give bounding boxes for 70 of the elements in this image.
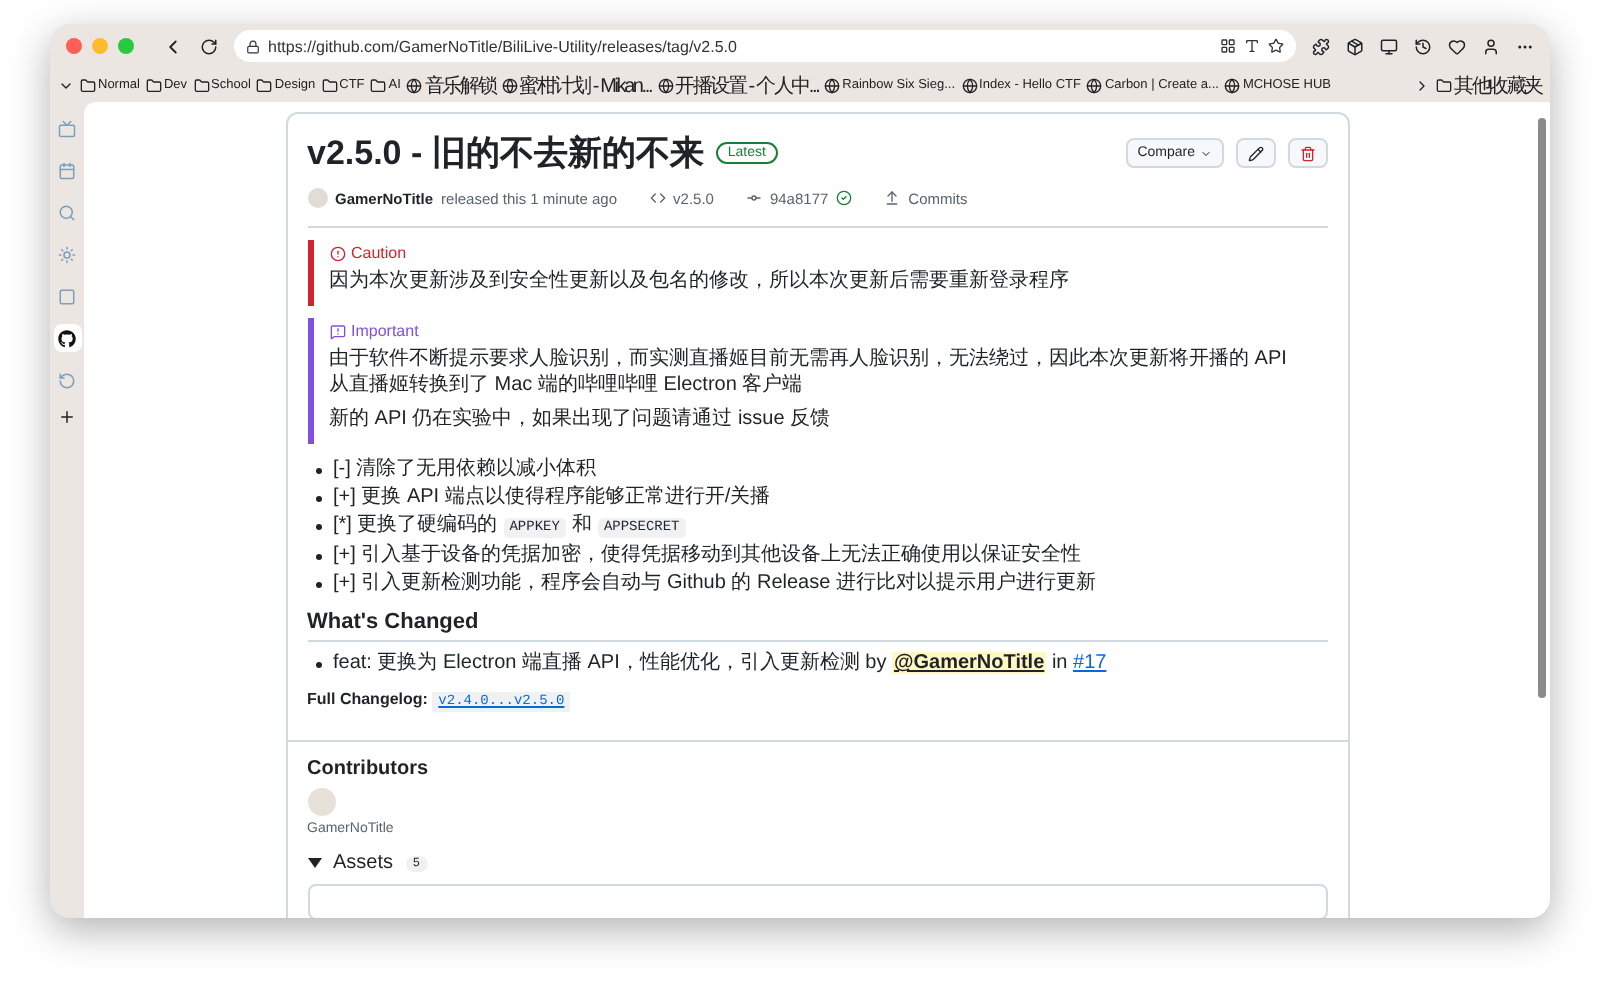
bullet-icon (315, 661, 321, 667)
sidebar-app[interactable] (53, 324, 81, 352)
history-icon[interactable] (1414, 37, 1432, 55)
change-item: [+] 更换 API 端点以使得程序能够正常进行开/关播 (333, 484, 771, 512)
profile-icon[interactable] (1482, 37, 1500, 55)
tv-icon (58, 119, 76, 137)
alert-title: Important (329, 322, 1311, 340)
globe-icon (657, 77, 674, 93)
grid-icon (1220, 38, 1236, 54)
square-icon (58, 287, 76, 305)
edit-button[interactable] (1235, 138, 1275, 168)
folder-icon (193, 77, 210, 93)
globe-icon (1224, 77, 1241, 93)
avatar (307, 188, 327, 208)
release-title: v2.5.0 - 旧的不去新的不来 (307, 132, 704, 176)
speech-bubble-icon (329, 323, 345, 339)
bookmark-folder[interactable]: 其他收藏夹 (1435, 71, 1542, 99)
folder-icon (370, 77, 387, 93)
alert-text: 新的 API 仍在实验中，如果出现了问题请通过 issue 反馈 (329, 406, 833, 432)
section-heading: What's Changed (307, 610, 1327, 642)
alert-circle-icon (329, 245, 345, 261)
alert-text: 由于软件不断提示要求人脸识别，而实测直播姬目前无需再人脸识别，无法绕过，因此本次更新将开播的 API 从直播姬转换到了 Mac 端的哔哩哔哩 Electron 客户端 (329, 346, 1289, 398)
change-item: [+] 引入更新检测功能，程序会自动与 Github 的 Release 进行比对以提示用户进行更新 (333, 570, 1096, 598)
alert-text: 因为本次更新涉及到安全性更新以及包名的修改，所以本次更新后需要重新登录程序 (329, 268, 1071, 294)
lock-icon (246, 39, 260, 53)
bookmark[interactable]: 音乐解锁 (406, 71, 496, 99)
bullet-icon (315, 524, 321, 530)
pr-link[interactable]: #17 (1073, 652, 1107, 674)
section-heading: Contributors (307, 758, 431, 780)
change-item: [-] 清除了无用依赖以减小体积 (333, 456, 597, 484)
globe-icon (824, 77, 841, 93)
folder-icon (80, 77, 96, 93)
pencil-icon (1247, 145, 1263, 161)
bullet-icon (315, 581, 321, 587)
octocat-icon (58, 329, 76, 347)
reload-icon[interactable] (200, 37, 218, 55)
trash-icon (1299, 145, 1315, 161)
sun-icon (58, 245, 76, 263)
globe-icon (1086, 77, 1103, 93)
globe-icon (406, 77, 423, 93)
folder-icon (321, 77, 338, 93)
bullet-icon (315, 553, 321, 559)
add-icon[interactable] (58, 408, 76, 426)
change-item: [+] 引入基于设备的凭据加密，使得凭据移动到其他设备上无法正确使用以保证安全性 (333, 542, 1082, 570)
bullet-icon (315, 467, 321, 473)
star-icon (1268, 38, 1284, 54)
heart-icon[interactable] (1448, 37, 1466, 55)
bookmark[interactable]: 开播设置 - 个人中... (657, 71, 819, 99)
calendar-icon (58, 161, 76, 179)
folder-icon (145, 77, 162, 93)
search-icon (58, 203, 76, 221)
user-mention[interactable]: @GamerNoTitle (892, 652, 1047, 674)
address-bar[interactable]: https://github.com/GamerNoTitle/BiliLive-Utility/releases/tag/v2.5.0 (234, 30, 1296, 62)
alert-title: Caution (329, 244, 1311, 262)
caret-icon (1199, 147, 1211, 159)
code-icon (649, 190, 666, 206)
bookmark[interactable]: 蜜柑计划 - Mikan... (501, 71, 652, 99)
bullet-icon (315, 495, 321, 501)
delete-button[interactable] (1287, 138, 1327, 168)
expanded-triangle-icon[interactable] (307, 856, 321, 870)
globe-icon (961, 77, 978, 93)
scrollbar-thumb[interactable] (1538, 118, 1546, 698)
section-heading: Assets (333, 852, 394, 874)
folder-icon (1435, 77, 1452, 93)
change-item: feat: 更换为 Electron 端直播 API，性能优化，引入更新检测 by @GamerNoTitle in #17 (333, 650, 1107, 678)
upload-icon (884, 190, 901, 206)
refresh-icon (58, 371, 76, 389)
folder-icon (256, 77, 273, 93)
commit-icon (745, 190, 762, 206)
globe-icon (501, 77, 518, 93)
